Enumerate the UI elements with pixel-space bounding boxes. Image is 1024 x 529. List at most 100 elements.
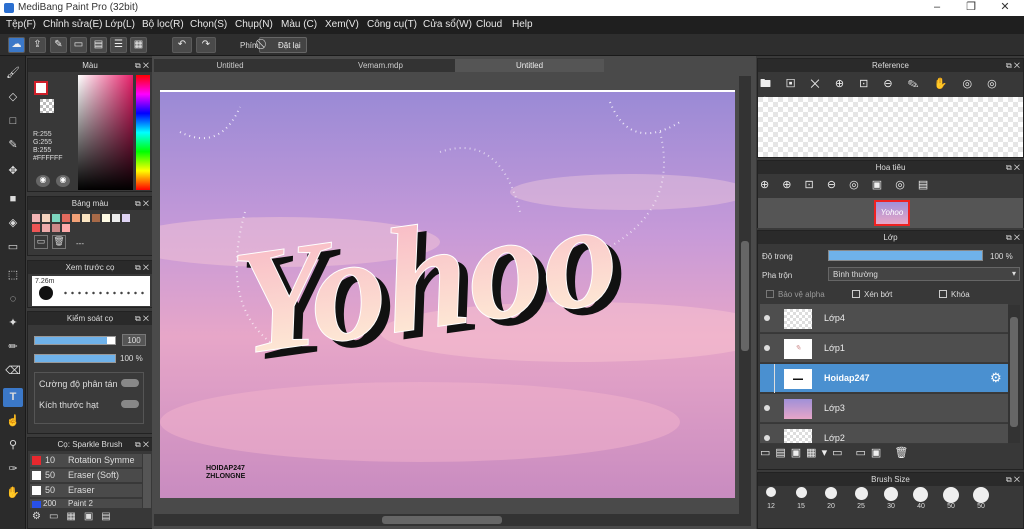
close-button[interactable]: ✕ bbox=[988, 0, 1022, 16]
menu-view[interactable]: Xem(V) bbox=[325, 19, 359, 30]
scatter-toggle[interactable] bbox=[121, 379, 139, 387]
brush-size-preset[interactable] bbox=[884, 487, 898, 501]
brush-size-preset[interactable] bbox=[796, 487, 807, 498]
eye-icon[interactable] bbox=[764, 405, 770, 411]
reference-canvas[interactable] bbox=[758, 97, 1023, 157]
brush-list-scrollbar[interactable] bbox=[143, 454, 151, 508]
color-mode-icon[interactable]: ◉ bbox=[56, 175, 70, 187]
navigator-toolbar[interactable]: ⊕ ⊕ ⊡ ⊖ ◎ ▣ ◎ ▤ bbox=[760, 178, 960, 196]
secondary-color-swatch[interactable] bbox=[40, 99, 54, 113]
layer-row[interactable]: Lớp2 bbox=[760, 424, 1008, 444]
reference-toolbar[interactable]: 🖿 ▣ ✕ ⊕ ⊡ ⊖ ✎ ✋ ◎ ◎ ◎ bbox=[760, 75, 1010, 107]
brush-size-slider[interactable] bbox=[34, 336, 116, 345]
operation-tool-icon[interactable]: ☝ bbox=[3, 412, 23, 431]
panel-options-icon[interactable]: ⧉ ✕ bbox=[135, 261, 149, 274]
color-saturation-field[interactable] bbox=[78, 75, 133, 190]
horizontal-scrollbar[interactable] bbox=[154, 514, 739, 526]
select-pen-tool-icon[interactable]: ✏ bbox=[3, 338, 23, 357]
rect-select-tool-icon[interactable]: □ bbox=[3, 112, 23, 131]
brush-size-preset[interactable] bbox=[766, 487, 776, 497]
hue-slider[interactable] bbox=[136, 75, 150, 190]
menu-color[interactable]: Màu (C) bbox=[281, 19, 317, 30]
dropper-tool-icon[interactable]: ✑ bbox=[3, 460, 23, 479]
panel-options-icon[interactable]: ⧉ ✕ bbox=[135, 438, 149, 451]
magic-wand-tool-icon[interactable]: ✦ bbox=[3, 314, 23, 333]
layer-actions-toolbar[interactable]: ▭▤▣▦▾▭ ▭▣ 🗑 bbox=[760, 446, 1010, 464]
eye-icon[interactable] bbox=[764, 435, 770, 441]
brush-item[interactable]: 200 Paint 2 bbox=[30, 499, 142, 508]
panel-options-icon[interactable]: ⧉ ✕ bbox=[1006, 473, 1020, 486]
share-icon[interactable]: ⇪ bbox=[29, 37, 46, 53]
navigator-view[interactable]: Yohoo bbox=[758, 198, 1023, 228]
panel-options-icon[interactable]: ⧉ ✕ bbox=[1006, 231, 1020, 244]
layer-row-selected[interactable]: ▬▬ Hoidap247 ⚙ bbox=[760, 364, 1008, 393]
brush-size-value[interactable]: 100 bbox=[122, 334, 146, 346]
tab-vemam[interactable]: Vemam.mdp bbox=[306, 59, 455, 72]
chat-icon[interactable]: ▭ bbox=[70, 37, 87, 53]
menu-select[interactable]: Chọn(S) bbox=[190, 19, 227, 30]
brush-size-preset[interactable] bbox=[943, 487, 959, 503]
tab-untitled-1[interactable]: Untitled bbox=[154, 59, 306, 72]
layer-scrollbar[interactable] bbox=[1008, 305, 1020, 443]
select-eraser-tool-icon[interactable]: ⌫ bbox=[3, 362, 23, 381]
layer-row[interactable]: Lớp4 bbox=[760, 304, 1008, 333]
brush-size-preset[interactable] bbox=[973, 487, 989, 503]
menu-cloud[interactable]: Cloud bbox=[476, 19, 502, 30]
document-icon[interactable]: ▤ bbox=[90, 37, 107, 53]
brush-opacity-slider[interactable] bbox=[34, 354, 116, 363]
clipping-checkbox[interactable] bbox=[852, 290, 860, 298]
blend-mode-select[interactable]: Bình thường ▾ bbox=[828, 267, 1020, 281]
panel-options-icon[interactable]: ⧉ ✕ bbox=[135, 197, 149, 210]
eye-icon[interactable] bbox=[764, 315, 770, 321]
primary-color-swatch[interactable] bbox=[34, 81, 48, 95]
lock-checkbox[interactable] bbox=[939, 290, 947, 298]
menu-window[interactable]: Cửa sổ(W) bbox=[423, 19, 472, 30]
panel-options-icon[interactable]: ⧉ ✕ bbox=[1006, 161, 1020, 174]
menu-capture[interactable]: Chụp(N) bbox=[235, 19, 273, 30]
layer-opacity-slider[interactable] bbox=[828, 250, 983, 261]
brush-list-actions[interactable]: ⚙▭▦▣▤ bbox=[32, 511, 150, 527]
menu-layer[interactable]: Lớp(L) bbox=[105, 19, 135, 30]
select-tool-icon[interactable]: ⬚ bbox=[3, 266, 23, 285]
tab-untitled-2[interactable]: Untitled bbox=[455, 59, 604, 72]
move-tool-icon[interactable]: ✥ bbox=[3, 162, 23, 181]
brush-size-preset[interactable] bbox=[913, 487, 928, 502]
list-icon[interactable]: ☰ bbox=[110, 37, 127, 53]
add-palette-icon[interactable]: ▭ bbox=[34, 235, 48, 249]
eye-icon[interactable] bbox=[764, 345, 770, 351]
brush-item[interactable]: 10 Rotation Symme bbox=[30, 454, 142, 467]
menu-help[interactable]: Help bbox=[512, 19, 533, 30]
undo-icon[interactable]: ↶ bbox=[172, 37, 192, 53]
reset-button[interactable]: ⃠ Đặt lại bbox=[259, 37, 307, 53]
hand-tool-icon[interactable]: ✋ bbox=[3, 484, 23, 503]
brush-size-preset[interactable] bbox=[855, 487, 868, 500]
menu-edit[interactable]: Chỉnh sửa(E) bbox=[43, 19, 103, 30]
menu-file[interactable]: Tệp(F) bbox=[6, 19, 36, 30]
grid-icon[interactable]: ▦ bbox=[130, 37, 147, 53]
protect-alpha-checkbox[interactable] bbox=[766, 290, 774, 298]
brush-item[interactable]: 50 Eraser bbox=[30, 484, 142, 497]
pen-tool-icon[interactable]: ✎ bbox=[3, 136, 23, 155]
cloud-icon[interactable]: ☁ bbox=[8, 37, 25, 53]
layer-row[interactable]: Lớp3 bbox=[760, 394, 1008, 423]
lasso-tool-icon[interactable]: ◌ bbox=[3, 290, 23, 309]
comment-icon[interactable]: ✎ bbox=[50, 37, 67, 53]
eraser-tool-icon[interactable]: ◇ bbox=[3, 88, 23, 107]
menu-filter[interactable]: Bộ lọc(R) bbox=[142, 19, 184, 30]
palette-swatches[interactable] bbox=[32, 214, 132, 234]
brush-size-preset[interactable] bbox=[825, 487, 837, 499]
brush-item[interactable]: 50 Eraser (Soft) bbox=[30, 469, 142, 482]
panel-options-icon[interactable]: ⧉ ✕ bbox=[135, 59, 149, 72]
text-tool-icon[interactable]: T bbox=[3, 388, 23, 407]
minimize-button[interactable]: – bbox=[920, 0, 954, 16]
panel-options-icon[interactable]: ⧉ ✕ bbox=[1006, 59, 1020, 72]
bucket-tool-icon[interactable]: ◈ bbox=[3, 214, 23, 233]
eyedropper-tool-icon[interactable]: ⚲ bbox=[3, 436, 23, 455]
shape-fill-tool-icon[interactable]: ■ bbox=[3, 190, 23, 209]
panel-options-icon[interactable]: ⧉ ✕ bbox=[135, 312, 149, 325]
redo-icon[interactable]: ↷ bbox=[196, 37, 216, 53]
layer-row[interactable]: ✎ Lớp1 bbox=[760, 334, 1008, 363]
gear-icon[interactable]: ⚙ bbox=[990, 370, 1002, 386]
brush-tool-icon[interactable]: 🖌 bbox=[3, 64, 23, 83]
vertical-scrollbar[interactable] bbox=[739, 76, 751, 526]
